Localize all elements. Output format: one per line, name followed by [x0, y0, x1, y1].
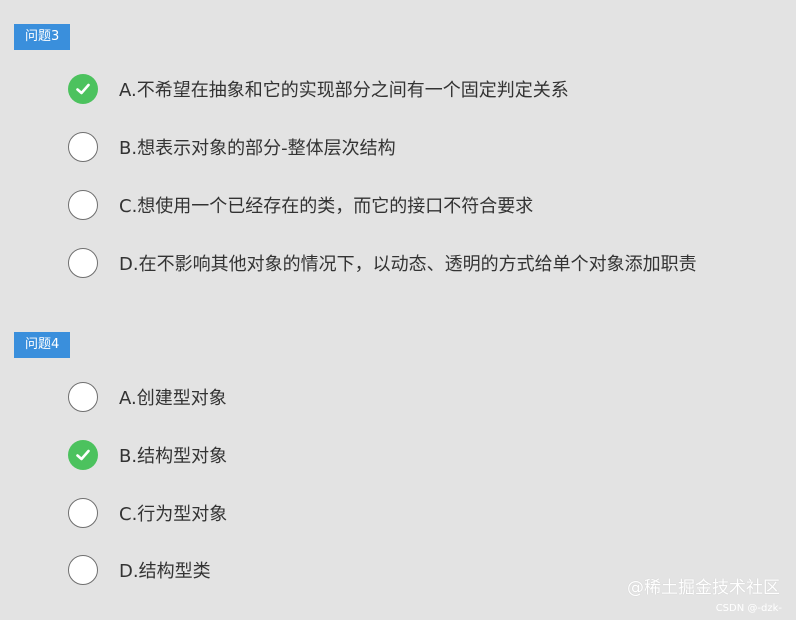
question-label: 问题4 [14, 332, 71, 358]
option-text: D.结构型类 [119, 561, 211, 582]
radio-empty-icon[interactable] [68, 382, 98, 412]
watermark-sub: CSDN @-dzk- [715, 603, 782, 614]
option-a[interactable]: A.不希望在抽象和它的实现部分之间有一个固定判定关系 [68, 70, 569, 108]
radio-empty-icon[interactable] [68, 498, 98, 528]
option-c[interactable]: C.想使用一个已经存在的类，而它的接口不符合要求 [68, 186, 533, 224]
option-b[interactable]: B.结构型对象 [68, 436, 227, 474]
radio-empty-icon[interactable] [68, 132, 98, 162]
option-b[interactable]: B.想表示对象的部分-整体层次结构 [68, 128, 396, 166]
option-text: A.创建型对象 [119, 388, 227, 409]
question-label: 问题3 [14, 24, 71, 50]
option-text: B.结构型对象 [119, 446, 228, 467]
option-text: D.在不影响其他对象的情况下，以动态、透明的方式给单个对象添加职责 [119, 254, 697, 275]
option-text: C.想使用一个已经存在的类，而它的接口不符合要求 [119, 196, 534, 217]
watermark-main: @稀土掘金技术社区 [627, 578, 780, 598]
radio-empty-icon[interactable] [68, 555, 98, 585]
option-text: A.不希望在抽象和它的实现部分之间有一个固定判定关系 [119, 80, 569, 101]
option-text: B.想表示对象的部分-整体层次结构 [119, 138, 396, 159]
radio-empty-icon[interactable] [68, 248, 98, 278]
option-d[interactable]: D.在不影响其他对象的情况下，以动态、透明的方式给单个对象添加职责 [68, 244, 697, 282]
option-c[interactable]: C.行为型对象 [68, 494, 227, 532]
radio-empty-icon[interactable] [68, 190, 98, 220]
option-text: C.行为型对象 [119, 504, 228, 525]
option-d[interactable]: D.结构型类 [68, 551, 211, 589]
check-icon[interactable] [68, 440, 98, 470]
option-a[interactable]: A.创建型对象 [68, 378, 227, 416]
check-icon[interactable] [68, 74, 98, 104]
